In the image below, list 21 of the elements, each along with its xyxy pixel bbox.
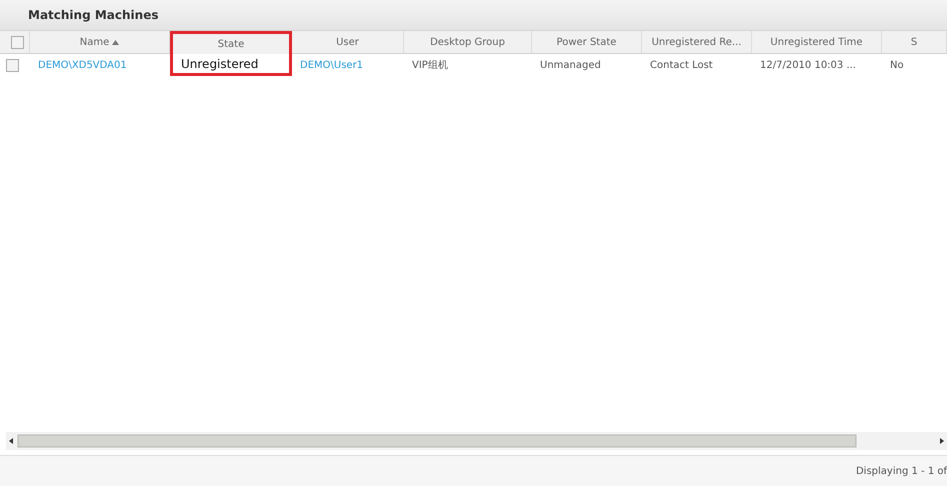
panel-title: Matching Machines [28,8,158,22]
cell-link[interactable]: DEMO\XD5VDA01 [38,60,127,70]
table-cell: Contact Lost [650,60,713,70]
column-header[interactable]: Name [30,31,170,54]
table-cell: 12/7/2010 10:03 ... [760,60,856,70]
select-all-checkbox[interactable] [11,36,24,48]
table-cell: Unmanaged [540,60,601,70]
column-header[interactable]: User [292,31,404,54]
column-header[interactable]: Unregistered Re... [642,31,752,54]
table-cell: Unregistered [181,56,258,70]
column-header[interactable]: S [882,31,947,54]
cell-link[interactable]: DEMO\User1 [300,60,364,70]
column-header[interactable]: Desktop Group [404,31,532,54]
row-checkbox[interactable] [6,58,19,72]
table-cell-text: VIP组机 [412,58,448,72]
column-header[interactable]: State [170,31,292,54]
table-cell: No [890,60,904,70]
paging-status: Displaying 1 - 1 of [856,466,947,476]
column-header[interactable]: Unregistered Time [752,31,882,54]
horizontal-scrollbar[interactable] [6,432,947,450]
column-header[interactable]: Power State [532,31,642,54]
